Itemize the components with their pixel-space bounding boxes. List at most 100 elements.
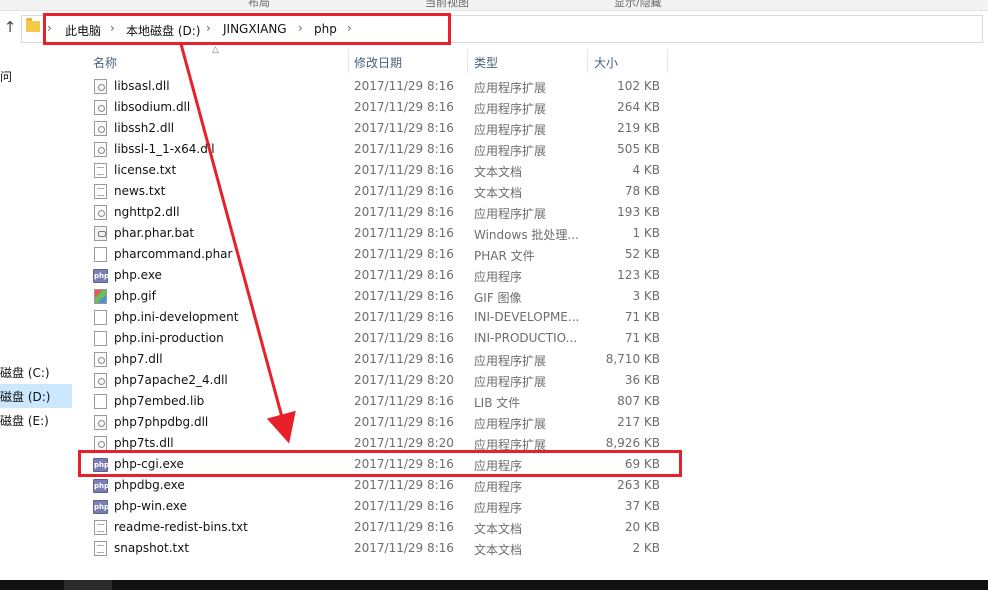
file-name: phpdbg.exe	[114, 478, 185, 492]
file-row[interactable]: php7phpdbg.dll 2017/11/29 8:16 应用程序扩展 217 K…	[80, 412, 680, 433]
file-size: 37 KB	[624, 499, 660, 513]
file-type: 文本文档	[474, 522, 523, 536]
nav-item-drive-e[interactable]: 磁盘 (E:)	[0, 412, 49, 429]
ribbon-current-view-label[interactable]: 当前视图	[425, 0, 469, 10]
file-row[interactable]: libssh2.dll 2017/11/29 8:16 应用程序扩展 219 KB	[80, 118, 680, 139]
file-modified-date: 2017/11/29 8:16	[354, 142, 454, 156]
file-type: 应用程序扩展	[474, 207, 547, 221]
ribbon-layout-label[interactable]: 布局	[248, 0, 270, 10]
file-modified-date: 2017/11/29 8:16	[354, 310, 454, 324]
file-name: readme-redist-bins.txt	[114, 520, 248, 534]
file-modified-date: 2017/11/29 8:16	[354, 121, 454, 135]
file-row[interactable]: php php-win.exe 2017/11/29 8:16 应用程序 37 KB	[80, 496, 680, 517]
dll-file-icon	[94, 415, 107, 430]
file-row[interactable]: php7apache2_4.dll 2017/11/29 8:20 应用程序扩展 36…	[80, 370, 680, 391]
dll-file-icon	[94, 100, 107, 115]
file-row[interactable]: php.ini-development 2017/11/29 8:16 INI-DE…	[80, 307, 680, 328]
file-size: 264 KB	[617, 100, 660, 114]
file-row[interactable]: php.gif 2017/11/29 8:16 GIF 图像 3 KB	[80, 286, 680, 307]
address-bar-highlight-box	[43, 13, 451, 45]
column-header-name[interactable]: 名称	[93, 54, 117, 78]
file-row[interactable]: snapshot.txt 2017/11/29 8:16 文本文档 2 KB	[80, 538, 680, 559]
file-size: 4 KB	[632, 163, 660, 177]
file-name: php7.dll	[114, 352, 163, 366]
php-cgi-highlight-box	[78, 450, 682, 477]
batch-file-icon	[94, 226, 107, 241]
nav-partial-label[interactable]: 问	[0, 68, 12, 85]
file-row[interactable]: php phpdbg.exe 2017/11/29 8:16 应用程序 263 KB	[80, 475, 680, 496]
column-divider[interactable]	[467, 49, 468, 73]
file-size: 8,710 KB	[605, 352, 660, 366]
dll-file-icon	[94, 436, 107, 451]
dll-file-icon	[94, 205, 107, 220]
file-size: 52 KB	[624, 247, 660, 261]
nav-item-drive-c[interactable]: 磁盘 (C:)	[0, 364, 50, 381]
file-type: GIF 图像	[474, 291, 522, 305]
php-exe-icon: php	[93, 500, 109, 514]
file-row[interactable]: readme-redist-bins.txt 2017/11/29 8:16 文本文…	[80, 517, 680, 538]
file-type: 应用程序扩展	[474, 144, 547, 158]
file-row[interactable]: php7.dll 2017/11/29 8:16 应用程序扩展 8,710 KB	[80, 349, 680, 370]
file-modified-date: 2017/11/29 8:16	[354, 205, 454, 219]
file-type: 应用程序	[474, 501, 523, 515]
column-divider[interactable]	[348, 49, 349, 73]
file-type: 应用程序扩展	[474, 81, 547, 95]
file-type: 应用程序扩展	[474, 102, 547, 116]
column-divider[interactable]	[587, 49, 588, 73]
nav-item-drive-d[interactable]: 磁盘 (D:)	[0, 388, 50, 405]
column-header-date[interactable]: 修改日期	[354, 54, 402, 78]
file-type: 应用程序扩展	[474, 417, 547, 431]
file-name: snapshot.txt	[114, 541, 190, 555]
file-row[interactable]: php php.exe 2017/11/29 8:16 应用程序 123 KB	[80, 265, 680, 286]
generic-file-icon	[94, 310, 107, 325]
file-row[interactable]: license.txt 2017/11/29 8:16 文本文档 4 KB	[80, 160, 680, 181]
up-arrow-icon[interactable]: ↑	[2, 18, 18, 36]
file-name: php7phpdbg.dll	[114, 415, 209, 429]
file-name: libsasl.dll	[114, 79, 170, 93]
navigation-pane: 问 磁盘 (C:) 磁盘 (D:) 磁盘 (E:)	[0, 46, 72, 580]
file-row[interactable]: libsasl.dll 2017/11/29 8:16 应用程序扩展 102 KB	[80, 76, 680, 97]
file-type: 文本文档	[474, 165, 523, 179]
file-name: nghttp2.dll	[114, 205, 180, 219]
ribbon-show-hide-label[interactable]: 显示/隐藏	[614, 0, 662, 10]
file-row[interactable]: libsodium.dll 2017/11/29 8:16 应用程序扩展 264 KB	[80, 97, 680, 118]
file-size: 71 KB	[624, 310, 660, 324]
file-type: Windows 批处理...	[474, 228, 579, 242]
php-exe-icon: php	[93, 479, 109, 493]
file-row[interactable]: php.ini-production 2017/11/29 8:16 INI-PRO…	[80, 328, 680, 349]
column-divider[interactable]	[667, 49, 668, 73]
file-name: php-win.exe	[114, 499, 188, 513]
file-row[interactable]: news.txt 2017/11/29 8:16 文本文档 78 KB	[80, 181, 680, 202]
file-size: 71 KB	[624, 331, 660, 345]
file-modified-date: 2017/11/29 8:16	[354, 415, 454, 429]
column-header-size[interactable]: 大小	[594, 54, 618, 78]
file-modified-date: 2017/11/29 8:16	[354, 100, 454, 114]
file-name: php7embed.lib	[114, 394, 205, 408]
file-row[interactable]: php7embed.lib 2017/11/29 8:16 LIB 文件 807 KB	[80, 391, 680, 412]
file-size: 1 KB	[632, 226, 660, 240]
file-modified-date: 2017/11/29 8:16	[354, 541, 454, 555]
file-name: php.ini-production	[114, 331, 224, 345]
file-modified-date: 2017/11/29 8:16	[354, 163, 454, 177]
file-modified-date: 2017/11/29 8:16	[354, 289, 454, 303]
taskbar-button[interactable]	[64, 580, 112, 590]
file-row[interactable]: nghttp2.dll 2017/11/29 8:16 应用程序扩展 193 KB	[80, 202, 680, 223]
file-row[interactable]: pharcommand.phar 2017/11/29 8:16 PHAR 文件 52…	[80, 244, 680, 265]
file-row[interactable]: phar.phar.bat 2017/11/29 8:16 Windows 批处理.…	[80, 223, 680, 244]
file-name: phar.phar.bat	[114, 226, 195, 240]
column-header-type[interactable]: 类型	[474, 54, 498, 78]
file-size: 123 KB	[617, 268, 660, 282]
image-file-icon	[94, 289, 107, 304]
file-modified-date: 2017/11/29 8:16	[354, 331, 454, 345]
file-type: 应用程序	[474, 270, 523, 284]
generic-file-icon	[94, 331, 107, 346]
ribbon-strip: 布局 当前视图 显示/隐藏	[0, 0, 988, 11]
file-name: libssl-1_1-x64.dll	[114, 142, 215, 156]
file-size: 36 KB	[624, 373, 660, 387]
generic-file-icon	[94, 394, 107, 409]
file-size: 102 KB	[617, 79, 660, 93]
text-file-icon	[94, 163, 107, 178]
file-row[interactable]: libssl-1_1-x64.dll 2017/11/29 8:16 应用程序扩展 5…	[80, 139, 680, 160]
file-name: php.ini-development	[114, 310, 239, 324]
file-modified-date: 2017/11/29 8:16	[354, 394, 454, 408]
